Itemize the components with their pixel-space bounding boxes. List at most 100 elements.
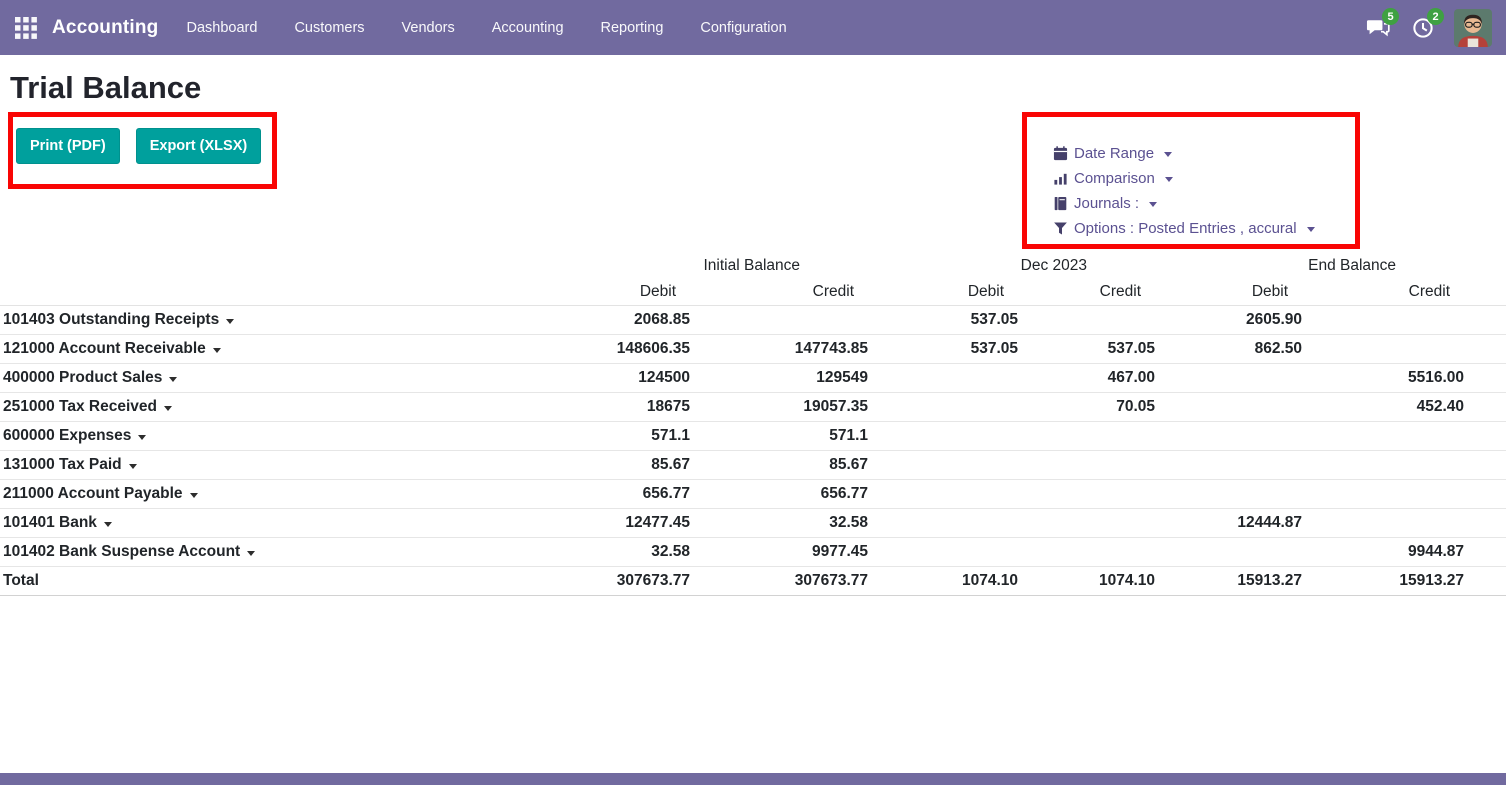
amount-cell [1155,392,1302,421]
account-row: 121000 Account Receivable148606.35147743… [0,334,1506,363]
menu-item-customers[interactable]: Customers [294,20,364,36]
amount-cell: 85.67 [690,450,868,479]
amount-cell: 2068.85 [520,305,690,334]
amount-cell: 862.50 [1155,334,1302,363]
column-group-initial-balance: Initial Balance [520,252,868,279]
account-row: 101403 Outstanding Receipts2068.85537.05… [0,305,1506,334]
filter-journals[interactable]: Journals : [1053,191,1355,216]
amount-cell: 124500 [520,363,690,392]
total-amount-cell: 1074.10 [868,566,1018,595]
amount-cell: 656.77 [520,479,690,508]
amount-cell [1018,537,1155,566]
print-pdf-button[interactable]: Print (PDF) [16,128,120,164]
amount-cell [868,508,1018,537]
amount-cell [1018,421,1155,450]
account-name[interactable]: 101402 Bank Suspense Account [0,537,520,566]
account-name[interactable]: 131000 Tax Paid [0,450,520,479]
apps-menu-icon[interactable] [14,15,40,41]
amount-cell [1302,421,1506,450]
trial-balance-table: Initial Balance Dec 2023 End Balance Deb… [0,252,1506,596]
column-header-credit: Credit [1302,279,1506,305]
user-avatar[interactable] [1454,9,1492,47]
messages-icon[interactable]: 5 [1364,14,1391,41]
filter-label: Journals : [1074,195,1139,212]
chevron-down-icon [213,348,221,353]
total-amount-cell: 15913.27 [1302,566,1506,595]
filter-comparison[interactable]: Comparison [1053,166,1355,191]
messages-badge: 5 [1382,8,1399,25]
amount-cell [868,421,1018,450]
chevron-down-icon [190,493,198,498]
menu-item-accounting[interactable]: Accounting [492,20,564,36]
amount-cell [868,392,1018,421]
amount-cell [1302,508,1506,537]
funnel-icon [1053,221,1068,236]
account-name[interactable]: 211000 Account Payable [0,479,520,508]
total-row: Total 307673.77 307673.77 1074.10 1074.1… [0,566,1506,595]
chevron-down-icon [169,377,177,382]
amount-cell: 85.67 [520,450,690,479]
amount-cell: 5516.00 [1302,363,1506,392]
amount-cell: 148606.35 [520,334,690,363]
account-name[interactable]: 101403 Outstanding Receipts [0,305,520,334]
account-row: 101401 Bank12477.4532.5812444.87 [0,508,1506,537]
total-amount-cell: 1074.10 [1018,566,1155,595]
export-xlsx-button[interactable]: Export (XLSX) [136,128,261,164]
chevron-down-icon [138,435,146,440]
total-amount-cell: 307673.77 [690,566,868,595]
amount-cell: 18675 [520,392,690,421]
bottom-bar [0,773,1506,785]
column-group-header-row: Initial Balance Dec 2023 End Balance [0,252,1506,279]
amount-cell [1302,450,1506,479]
amount-cell: 19057.35 [690,392,868,421]
filter-label: Date Range [1074,145,1154,162]
amount-cell: 32.58 [520,537,690,566]
menu-item-configuration[interactable]: Configuration [700,20,786,36]
account-row: 101402 Bank Suspense Account32.589977.45… [0,537,1506,566]
total-label: Total [0,566,520,595]
amount-cell [1302,479,1506,508]
amount-cell: 147743.85 [690,334,868,363]
activities-clock-icon[interactable]: 2 [1409,14,1436,41]
menu-item-reporting[interactable]: Reporting [601,20,664,36]
column-header-debit: Debit [868,279,1018,305]
bar-chart-icon [1053,171,1068,186]
amount-cell [868,537,1018,566]
account-name[interactable]: 400000 Product Sales [0,363,520,392]
account-row: 251000 Tax Received1867519057.3570.05452… [0,392,1506,421]
filter-date-range[interactable]: Date Range [1053,141,1355,166]
account-name[interactable]: 251000 Tax Received [0,392,520,421]
account-name[interactable]: 121000 Account Receivable [0,334,520,363]
amount-cell [1155,421,1302,450]
amount-cell [1302,334,1506,363]
amount-cell [1018,508,1155,537]
amount-cell [1155,479,1302,508]
column-header-debit: Debit [520,279,690,305]
account-name[interactable]: 600000 Expenses [0,421,520,450]
amount-cell [868,479,1018,508]
menu-item-dashboard[interactable]: Dashboard [187,20,258,36]
column-group-end-balance: End Balance [1155,252,1506,279]
account-row: 131000 Tax Paid85.6785.67 [0,450,1506,479]
filter-options[interactable]: Options : Posted Entries , accural [1053,216,1355,241]
app-name[interactable]: Accounting [52,17,159,39]
amount-cell: 467.00 [1018,363,1155,392]
activities-badge: 2 [1427,8,1444,25]
amount-cell [1018,450,1155,479]
top-navbar: Accounting Dashboard Customers Vendors A… [0,0,1506,55]
amount-cell [1155,450,1302,479]
amount-cell: 452.40 [1302,392,1506,421]
column-header-credit: Credit [1018,279,1155,305]
amount-cell [690,305,868,334]
calendar-icon [1053,146,1068,161]
page-title: Trial Balance [10,69,1506,107]
main-content: Trial Balance Print (PDF) Export (XLSX) … [0,69,1506,785]
chevron-down-icon [1165,177,1173,182]
amount-cell: 537.05 [868,334,1018,363]
menu-item-vendors[interactable]: Vendors [402,20,455,36]
total-amount-cell: 15913.27 [1155,566,1302,595]
total-amount-cell: 307673.77 [520,566,690,595]
account-row: 400000 Product Sales124500129549467.0055… [0,363,1506,392]
amount-cell: 12477.45 [520,508,690,537]
account-name[interactable]: 101401 Bank [0,508,520,537]
